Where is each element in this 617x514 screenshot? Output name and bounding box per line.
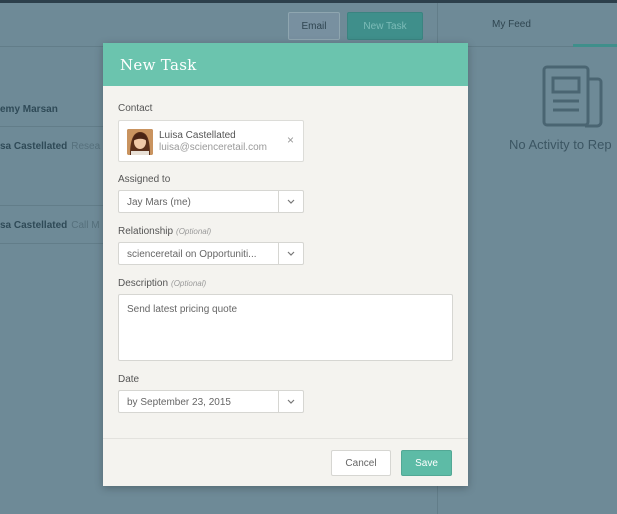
list-divider <box>0 205 104 206</box>
optional-tag: (Optional) <box>171 279 207 288</box>
active-tab-indicator <box>573 44 617 47</box>
description-textarea[interactable]: Send latest pricing quote <box>118 294 453 361</box>
contact-label: Contact <box>118 103 153 114</box>
assigned-to-select[interactable]: Jay Mars (me) <box>118 190 304 213</box>
modal-header: New Task <box>103 43 468 86</box>
list-divider <box>0 126 104 127</box>
main-header: Email New Task <box>0 3 437 47</box>
modal-title: New Task <box>120 55 197 74</box>
list-item-name: sa Castellated <box>0 141 68 152</box>
new-task-modal: New Task Contact Luisa Castellated luisa… <box>103 43 468 486</box>
contact-email: luisa@scienceretail.com <box>159 142 267 153</box>
assigned-to-label: Assigned to <box>118 174 171 185</box>
contact-name: Luisa Castellated <box>159 130 236 141</box>
relationship-label: Relationship (Optional) <box>118 226 212 237</box>
date-select[interactable]: by September 23, 2015 <box>118 390 304 413</box>
newspaper-icon <box>542 65 603 128</box>
list-item[interactable]: sa Castellated Resea <box>0 141 110 152</box>
list-item-extra: Resea <box>71 141 101 152</box>
new-task-button[interactable]: New Task <box>347 12 423 40</box>
contact-card: Luisa Castellated luisa@scienceretail.co… <box>118 120 304 162</box>
list-divider <box>0 243 104 244</box>
list-item-name: emy Marsan <box>0 104 58 115</box>
chevron-down-icon[interactable] <box>278 191 303 212</box>
chevron-down-icon[interactable] <box>278 391 303 412</box>
save-button[interactable]: Save <box>401 450 452 476</box>
tab-my-feed[interactable]: My Feed <box>492 19 531 30</box>
optional-tag: (Optional) <box>176 227 212 236</box>
list-item-name: sa Castellated <box>0 220 68 231</box>
list-item[interactable]: sa Castellated Call M <box>0 220 110 231</box>
relationship-select[interactable]: scienceretail on Opportuniti... <box>118 242 304 265</box>
list-item-extra: Call M <box>71 220 100 231</box>
list-item[interactable]: emy Marsan <box>0 104 110 115</box>
chevron-down-icon[interactable] <box>278 243 303 264</box>
relationship-value: scienceretail on Opportuniti... <box>127 249 257 260</box>
email-button[interactable]: Email <box>288 12 340 40</box>
description-label: Description (Optional) <box>118 278 207 289</box>
feed-tabs: My Feed <box>438 3 617 47</box>
date-value: by September 23, 2015 <box>127 397 231 408</box>
avatar <box>127 129 153 155</box>
empty-feed-text: No Activity to Rep <box>509 137 612 152</box>
assigned-to-value: Jay Mars (me) <box>127 197 191 208</box>
modal-footer: Cancel Save <box>103 438 468 486</box>
close-icon[interactable]: × <box>287 133 294 147</box>
cancel-button[interactable]: Cancel <box>331 450 391 476</box>
date-label: Date <box>118 374 140 385</box>
